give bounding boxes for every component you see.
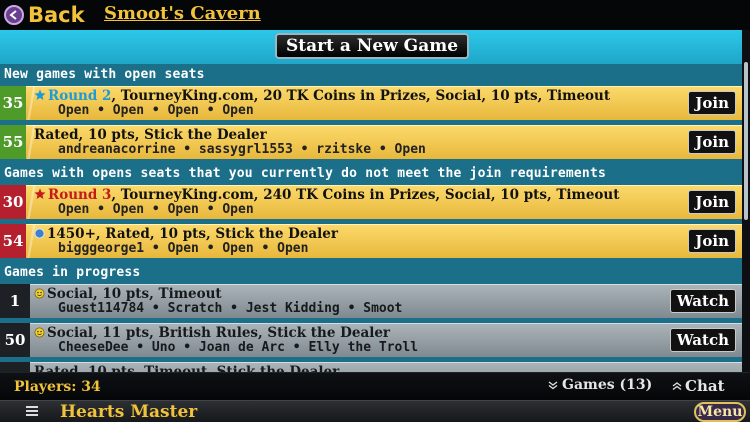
smiley-icon: [34, 288, 45, 299]
chat-tab[interactable]: Chat: [672, 377, 725, 395]
round-label: Round 3: [48, 187, 112, 203]
rating-badge-icon: [34, 228, 45, 239]
game-description: Social, 11 pts, British Rules, Stick the…: [34, 325, 390, 341]
game-row[interactable]: 55 Rated, 10 pts, Stick the Dealer andre…: [0, 125, 742, 159]
menu-button[interactable]: Menu: [694, 402, 746, 422]
section-games-in-progress: Games in progress: [4, 265, 141, 280]
games-tab-label: Games (13): [562, 377, 653, 393]
player-list: bigggeorge1 • Open • Open • Open: [58, 241, 309, 256]
seat-count: 1: [0, 284, 30, 318]
room-title[interactable]: Smoot's Cavern: [104, 3, 261, 24]
smiley-icon: [34, 327, 45, 338]
player-list: Open • Open • Open • Open: [58, 202, 254, 217]
game-details: Rated, 10 pts, Stick the Dealer: [34, 127, 267, 143]
round-label: Round 2: [48, 88, 112, 104]
player-list: Open • Open • Open • Open: [58, 103, 254, 118]
panel-header: Start a New Game: [0, 30, 742, 64]
join-button[interactable]: Join: [688, 229, 736, 253]
app-footer: Hearts Master Menu: [0, 400, 750, 422]
top-bar: Back Smoot's Cavern: [0, 0, 750, 30]
game-description: Social, 10 pts, Timeout: [34, 286, 222, 302]
game-row[interactable]: 50 Social, 11 pts, British Rules, Stick …: [0, 323, 742, 357]
chat-tab-label: Chat: [685, 377, 725, 395]
player-count: Players: 34: [14, 379, 101, 395]
status-bar: Players: 34 Games (13) Chat: [0, 372, 750, 400]
game-details: , TourneyKing.com, 240 TK Coins in Prize…: [111, 187, 620, 203]
seat-count: 54: [0, 224, 26, 258]
seat-count: 35: [0, 86, 26, 120]
game-description: 1450+, Rated, 10 pts, Stick the Dealer: [34, 226, 338, 242]
section-open-games: New games with open seats: [4, 67, 205, 82]
game-row[interactable]: 1 Social, 10 pts, Timeout Guest114784 • …: [0, 284, 742, 318]
start-new-game-button[interactable]: Start a New Game: [275, 33, 469, 59]
seat-count: [0, 362, 30, 372]
join-button[interactable]: Join: [688, 190, 736, 214]
game-details: , TourneyKing.com, 20 TK Coins in Prizes…: [111, 88, 611, 104]
back-label: Back: [28, 3, 85, 27]
game-details: Social, 10 pts, Timeout: [47, 286, 222, 302]
game-description: Round 2, TourneyKing.com, 20 TK Coins in…: [34, 88, 610, 104]
games-tab[interactable]: Games (13): [548, 377, 652, 393]
seat-count: 50: [0, 323, 30, 357]
join-button[interactable]: Join: [688, 130, 736, 154]
player-list: andreanacorrine • sassygrl1553 • rzitske…: [58, 142, 426, 157]
app-title: Hearts Master: [60, 402, 198, 422]
star-icon: [34, 89, 46, 100]
scrollbar-thumb[interactable]: [744, 62, 748, 220]
back-arrow-icon: [4, 5, 24, 25]
back-button[interactable]: Back: [4, 3, 85, 27]
seat-count: 30: [0, 185, 26, 219]
game-description: Round 3, TourneyKing.com, 240 TK Coins i…: [34, 187, 619, 203]
game-details: Social, 11 pts, British Rules, Stick the…: [47, 325, 391, 341]
watch-button[interactable]: Watch: [669, 328, 736, 352]
game-details: Rated, 10 pts, Timeout, Stick the Dealer: [34, 364, 340, 372]
game-list-panel: Start a New Game New games with open sea…: [0, 30, 742, 372]
game-row[interactable]: 35 Round 2, TourneyKing.com, 20 TK Coins…: [0, 86, 742, 120]
chevron-down-icon: [548, 381, 558, 390]
game-details: 1450+, Rated, 10 pts, Stick the Dealer: [47, 226, 338, 242]
star-icon: [34, 188, 46, 199]
watch-button[interactable]: Watch: [669, 289, 736, 313]
join-button[interactable]: Join: [688, 91, 736, 115]
chevron-up-icon: [672, 382, 682, 391]
game-row[interactable]: Rated, 10 pts, Timeout, Stick the Dealer: [0, 362, 742, 372]
player-list: CheeseDee • Uno • Joan de Arc • Elly the…: [58, 340, 419, 355]
player-list: Guest114784 • Scratch • Jest Kidding • S…: [58, 301, 403, 316]
seat-count: 55: [0, 125, 26, 159]
hamburger-icon[interactable]: [26, 406, 38, 417]
game-row[interactable]: 54 1450+, Rated, 10 pts, Stick the Deale…: [0, 224, 742, 258]
game-row[interactable]: 30 Round 3, TourneyKing.com, 240 TK Coin…: [0, 185, 742, 219]
section-locked-games: Games with opens seats that you currentl…: [4, 166, 606, 181]
